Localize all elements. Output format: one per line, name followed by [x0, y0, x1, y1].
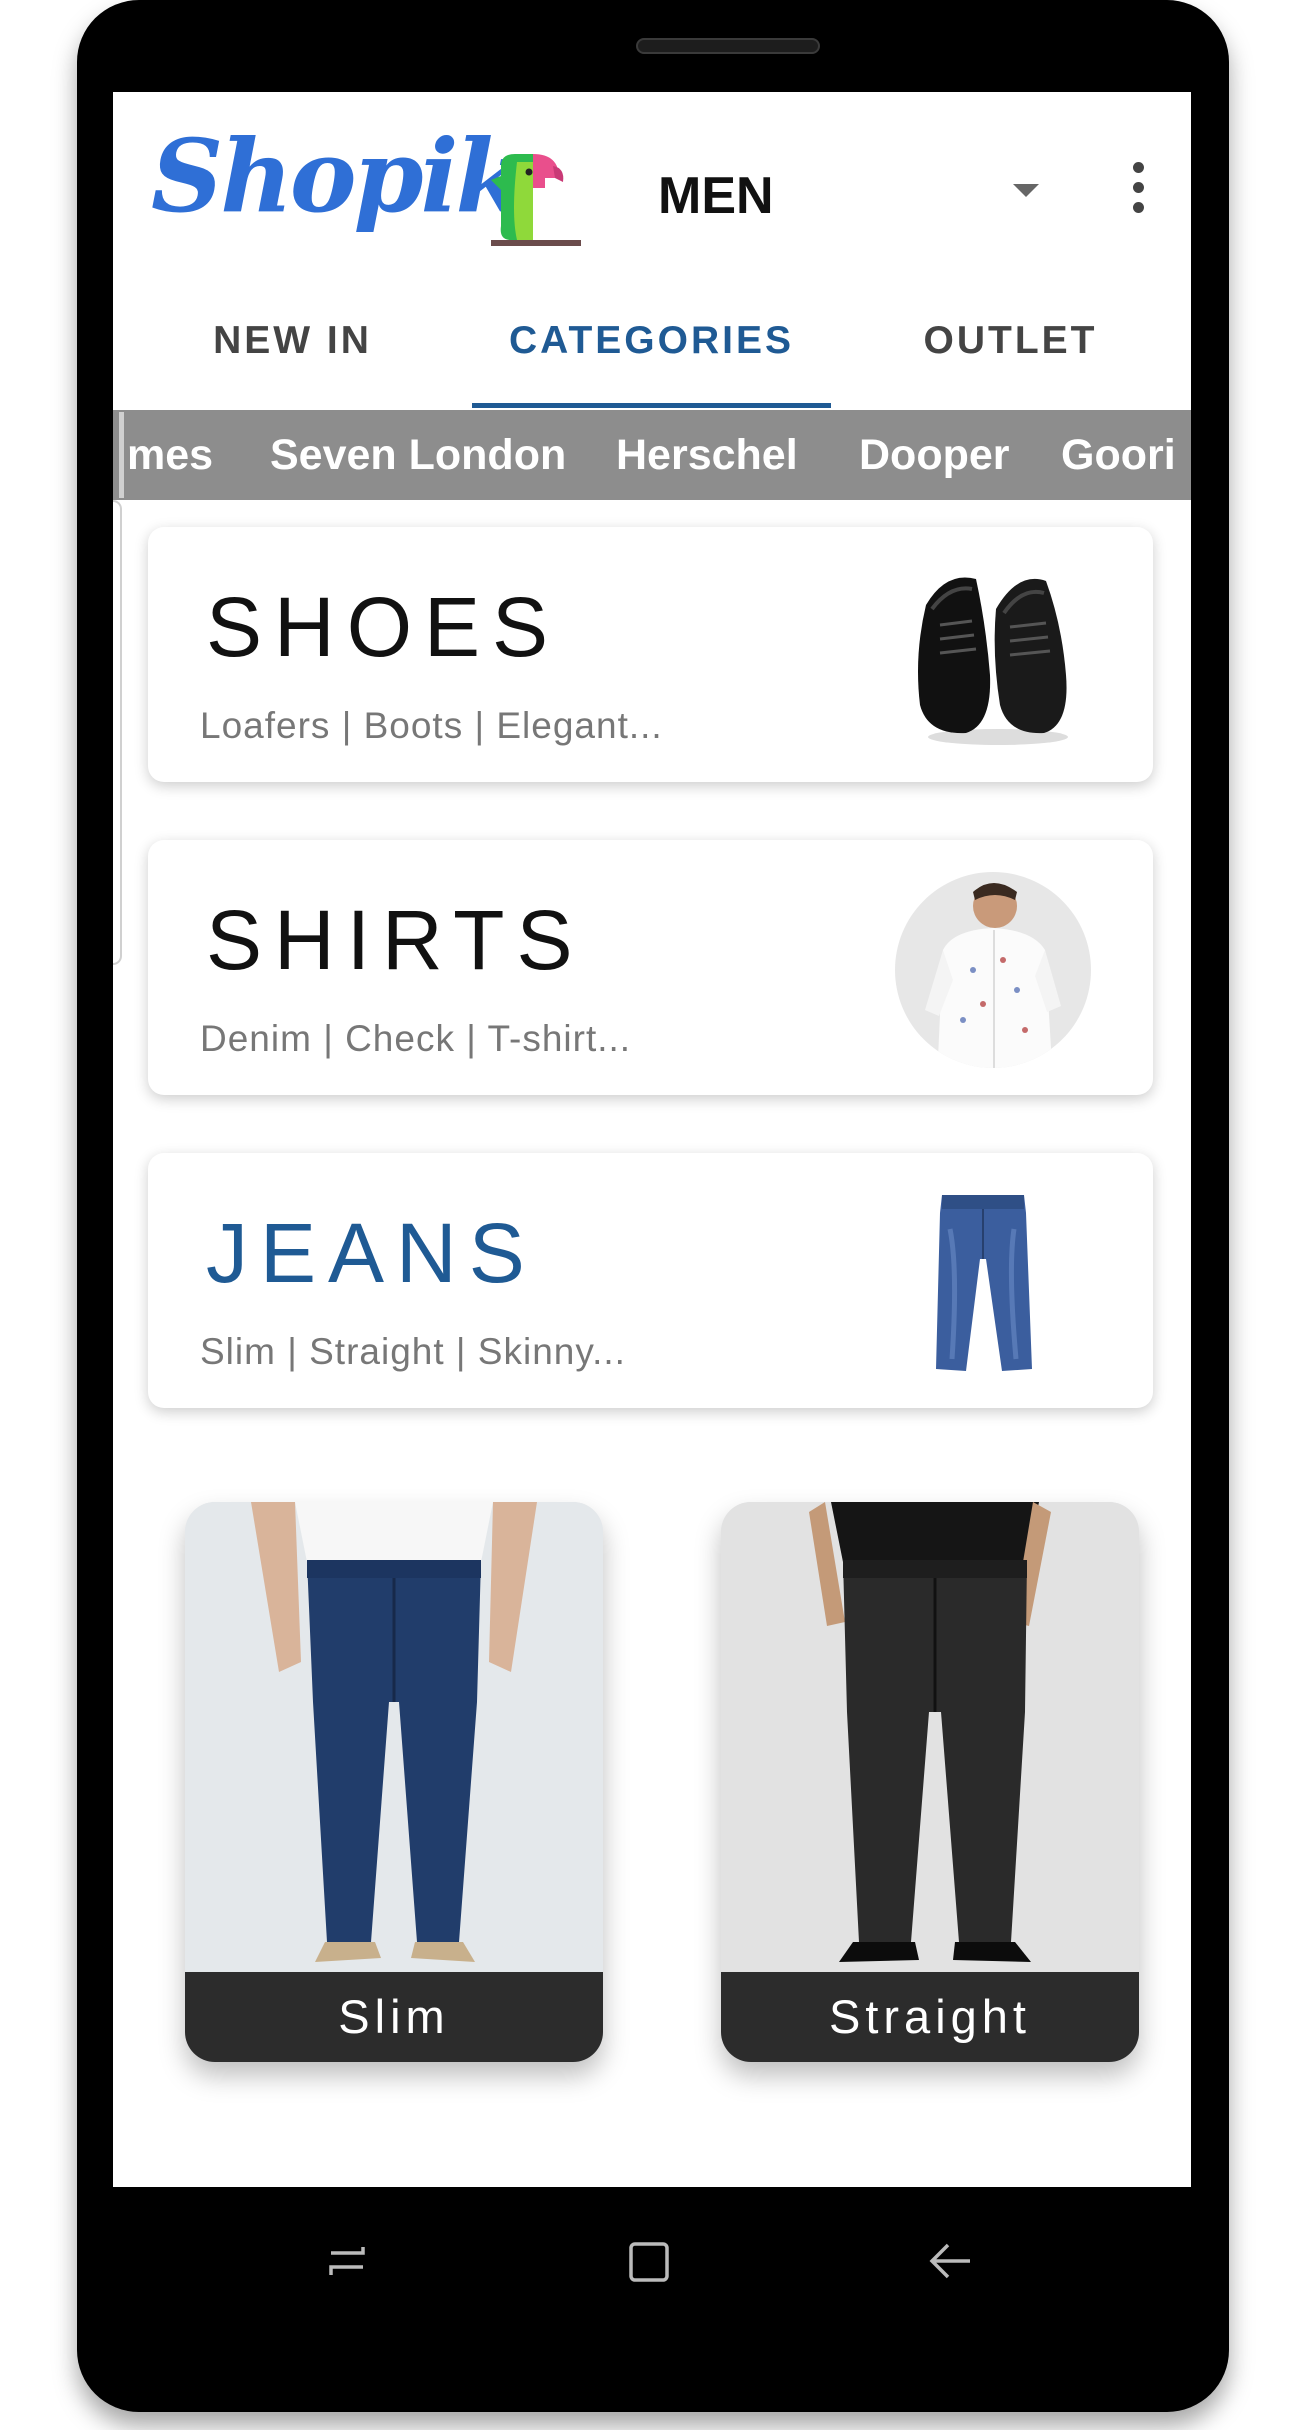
brand-item[interactable]: Dooper — [859, 410, 1010, 500]
shirt-model-image — [895, 872, 1091, 1068]
gender-selected-value: MEN — [658, 167, 774, 225]
slim-jeans-photo — [185, 1502, 603, 1972]
back-icon[interactable] — [928, 2239, 974, 2283]
jeans-image — [936, 1195, 1032, 1371]
category-subtitle: Slim | Straight | Skinny... — [200, 1331, 626, 1372]
brand-item[interactable]: Seven London — [270, 410, 566, 500]
category-card-shoes[interactable]: SHOES Loafers | Boots | Elegant... — [148, 527, 1153, 782]
shoes-image — [918, 577, 1068, 745]
category-card-shirts[interactable]: SHIRTS Denim | Check | T-shirt... — [148, 840, 1153, 1095]
brand-item[interactable]: Herschel — [616, 410, 798, 500]
category-title: JEANS — [206, 1206, 537, 1300]
category-title: SHOES — [206, 580, 561, 674]
app-logo-text: Shopik — [151, 117, 525, 235]
app-bar: Shopik MEN — [113, 92, 1191, 282]
subcategory-tile-straight[interactable]: Straight — [721, 1502, 1139, 2062]
caret-down-icon — [1013, 184, 1039, 197]
system-navigation-bar — [113, 2187, 1191, 2357]
subcategory-tile-slim[interactable]: Slim — [185, 1502, 603, 2062]
brand-item[interactable]: mes — [127, 410, 213, 500]
tab-categories[interactable]: CATEGORIES — [472, 282, 831, 402]
carousel-edge-divider — [119, 412, 124, 498]
tab-bar: NEW IN CATEGORIES OUTLET — [113, 282, 1191, 402]
app-screen: Shopik MEN NEW IN CATEGORIES OUTLET mes … — [113, 92, 1191, 2187]
category-card-jeans[interactable]: JEANS Slim | Straight | Skinny... — [148, 1153, 1153, 1408]
more-vert-icon[interactable] — [1123, 162, 1153, 222]
brand-item[interactable]: Goori — [1061, 410, 1176, 500]
tab-new-in[interactable]: NEW IN — [113, 282, 472, 402]
brand-carousel[interactable]: mes Seven London Herschel Dooper Goori — [113, 410, 1191, 500]
tab-outlet[interactable]: OUTLET — [831, 282, 1190, 402]
subcategory-label: Slim — [185, 1972, 603, 2062]
category-subtitle: Loafers | Boots | Elegant... — [200, 705, 663, 746]
category-title: SHIRTS — [206, 893, 585, 987]
straight-jeans-photo — [721, 1502, 1139, 1972]
parrot-logo-icon — [491, 154, 581, 246]
home-icon[interactable] — [626, 2239, 672, 2285]
recent-apps-icon[interactable] — [325, 2239, 369, 2283]
tab-active-indicator — [472, 403, 831, 408]
earpiece-speaker — [636, 38, 820, 54]
subcategory-label: Straight — [721, 1972, 1139, 2062]
side-drawer-handle[interactable] — [113, 500, 122, 965]
gender-dropdown[interactable]: MEN — [658, 162, 1078, 225]
category-subtitle: Denim | Check | T-shirt... — [200, 1018, 632, 1059]
